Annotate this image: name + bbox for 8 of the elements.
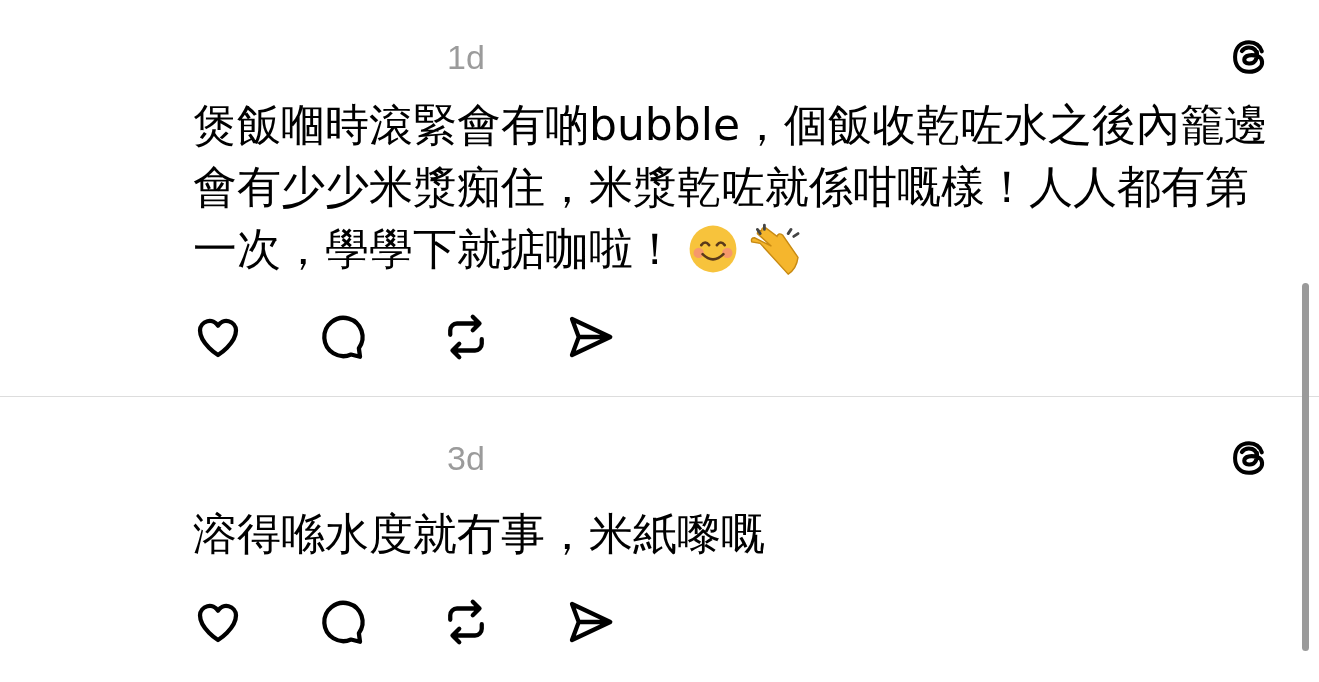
- post-text-line: 溶得喺水度就冇事，米紙嚟嘅: [193, 507, 765, 561]
- scrollbar[interactable]: [1302, 283, 1309, 651]
- post-time: 1d: [447, 37, 485, 77]
- post-time: 3d: [447, 438, 485, 478]
- post-text-line: 煲飯嗰時滾緊會有啲bubble，個飯收乾咗水之後內籠邊: [193, 98, 1268, 152]
- smiling-face-icon: [687, 223, 739, 275]
- post-text-line: 一次，學學下就掂咖啦！: [193, 222, 677, 276]
- post-text-line: 會有少少米漿痴住，米漿乾咗就係咁嘅樣！人人都有第: [193, 160, 1249, 214]
